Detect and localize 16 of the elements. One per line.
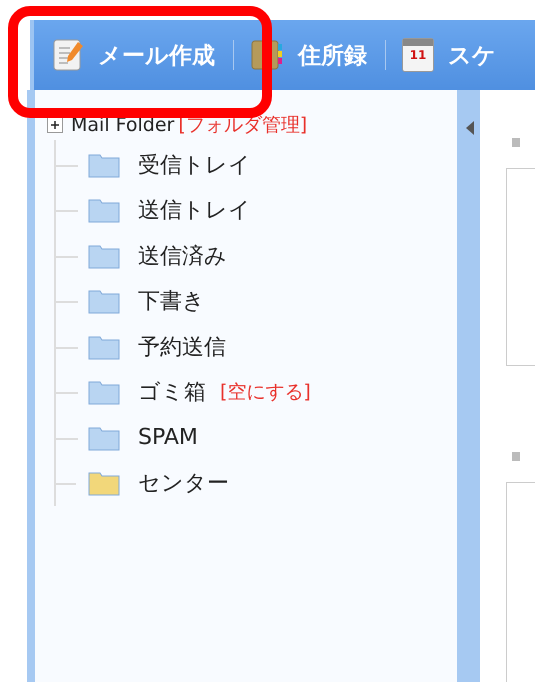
calendar-icon: 11 — [402, 38, 434, 72]
section-marker-icon — [512, 138, 520, 147]
folder-item[interactable]: 受信トレイ — [138, 150, 251, 180]
collapse-arrow-icon[interactable] — [465, 120, 475, 136]
empty-trash-link[interactable]: [空にする] — [220, 379, 311, 406]
expand-toggle[interactable] — [47, 117, 63, 133]
folder-item[interactable]: 送信トレイ — [138, 195, 251, 226]
section-marker-icon — [512, 452, 520, 461]
folder-item[interactable]: SPAM — [138, 425, 198, 450]
folder-item[interactable]: 下書き — [138, 286, 205, 316]
folder-item[interactable]: センター — [138, 468, 229, 498]
folder-item[interactable]: 送信済み — [138, 240, 227, 271]
compose-icon — [52, 38, 84, 72]
toolbar-button[interactable]: 11 スケ — [402, 38, 496, 72]
folder-item[interactable]: 予約送信 — [138, 332, 226, 362]
folder-item[interactable]: ゴミ箱 — [138, 377, 206, 408]
